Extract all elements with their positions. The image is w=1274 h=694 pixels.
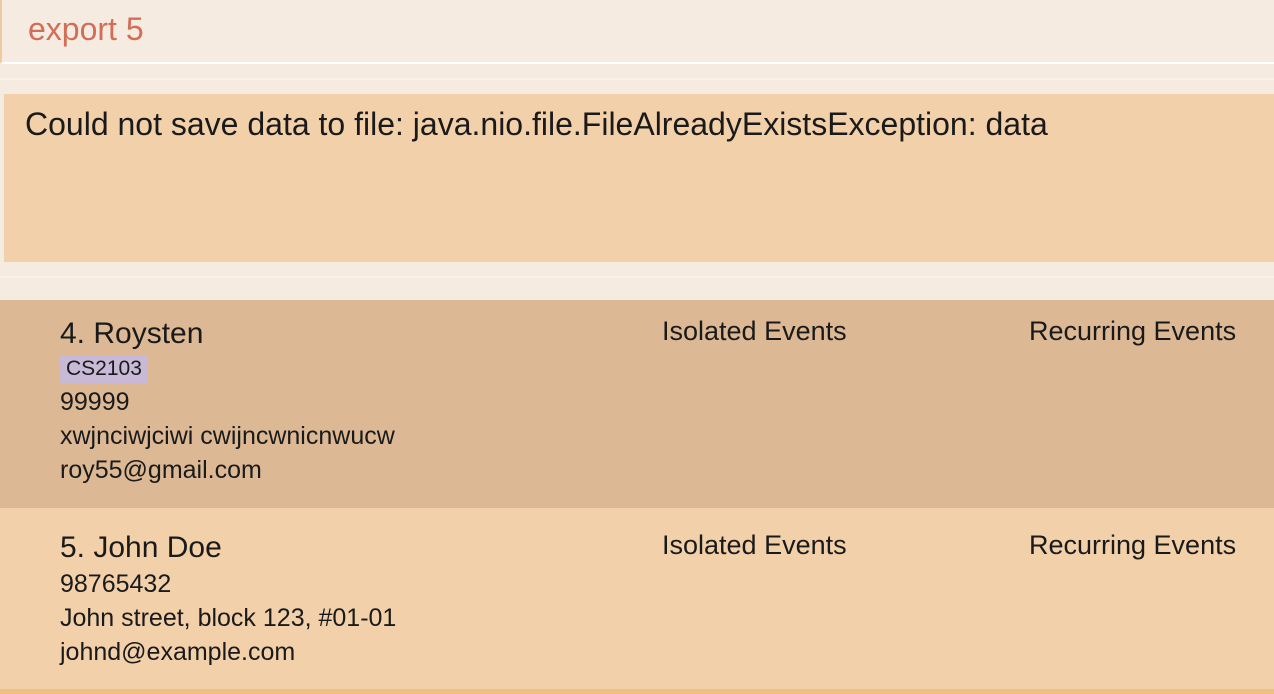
person-name: 5. John Doe: [60, 531, 222, 564]
person-email: roy55@gmail.com: [60, 456, 262, 484]
person-card[interactable]: 5. John Doe 98765432 John street, block …: [0, 508, 1274, 694]
isolated-events-header: Isolated Events: [662, 530, 847, 560]
command-box[interactable]: [0, 0, 1274, 64]
recurring-events-header: Recurring Events: [1029, 316, 1237, 346]
person-name: 4. Roysten: [60, 317, 204, 350]
command-input[interactable]: [26, 10, 1230, 49]
separator: [0, 262, 1274, 300]
person-phone: 98765432: [60, 570, 172, 598]
tag-badge: CS2103: [60, 355, 148, 383]
recurring-events-header: Recurring Events: [1029, 530, 1237, 560]
list-bottom-border: [0, 689, 1274, 694]
person-card[interactable]: 4. Roysten CS2103 99999 xwjnciwjciwi cwi…: [0, 300, 1274, 508]
separator: [0, 66, 1274, 80]
isolated-events-header: Isolated Events: [662, 316, 847, 346]
person-phone: 99999: [60, 388, 130, 416]
result-message: Could not save data to file: java.nio.fi…: [25, 106, 1048, 142]
person-list[interactable]: 4. Roysten CS2103 99999 xwjnciwjciwi cwi…: [0, 300, 1274, 694]
person-address: xwjnciwjciwi cwijncwnicnwucw: [60, 422, 395, 450]
result-display: Could not save data to file: java.nio.fi…: [4, 94, 1274, 262]
person-email: johnd@example.com: [60, 638, 296, 666]
person-address: John street, block 123, #01-01: [60, 604, 397, 632]
